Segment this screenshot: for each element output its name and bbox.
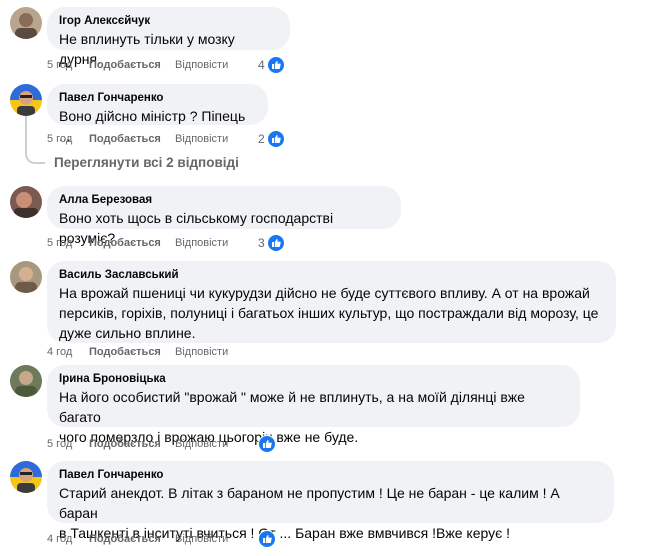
comment-bubble: Алла Березовая Воно хоть щось в сільсько… (47, 186, 401, 246)
comment-text: Старий анекдот. В літак з бараном не про… (59, 485, 560, 521)
reply-button[interactable]: Відповісти (175, 131, 228, 147)
thumbs-up-icon (266, 130, 285, 148)
reaction-count[interactable] (256, 435, 276, 453)
like-button[interactable]: Подобається (89, 131, 175, 147)
reaction-number: 3 (258, 236, 265, 250)
like-button[interactable]: Подобається (89, 344, 175, 360)
comment-text: дуже сильно вплине. (59, 325, 196, 341)
like-button[interactable]: Подобається (89, 235, 175, 251)
reply-button[interactable]: Відповісти (175, 57, 228, 73)
like-button[interactable]: Подобається (89, 436, 175, 452)
comment-bubble: Ігор Алексєйчук Не вплинуть тільки у моз… (47, 7, 290, 67)
comment-time[interactable]: 4 год (47, 344, 89, 360)
comment-actions: 5 год Подобається Відповісти (47, 131, 228, 147)
reaction-count[interactable]: 2 (258, 130, 285, 148)
reply-button[interactable]: Відповісти (175, 531, 228, 547)
avatar-image (10, 84, 42, 116)
comment-actions: 5 год Подобається Відповісти (47, 235, 228, 251)
comment-actions: 4 год Подобається Відповісти (47, 344, 228, 360)
comment-bubble: Ірина Броновіцька На його особистий "вро… (47, 365, 580, 445)
comment-text: На його особистий "врожай " може й не вп… (59, 389, 525, 425)
reaction-number: 2 (258, 132, 265, 146)
avatar-image (10, 186, 42, 218)
comment-time[interactable]: 5 год (47, 57, 89, 73)
comment-actions: 5 год Подобається Відповісти (47, 57, 228, 73)
reaction-count[interactable]: 3 (258, 234, 285, 252)
comment-actions: 4 год Подобається Відповісти (47, 531, 228, 547)
reply-button[interactable]: Відповісти (175, 436, 228, 452)
avatar[interactable] (10, 7, 42, 39)
avatar[interactable] (10, 365, 42, 397)
comment-author[interactable]: Алла Березовая (59, 193, 389, 208)
avatar[interactable] (10, 461, 42, 493)
comment-author[interactable]: Василь Заславський (59, 268, 604, 283)
comment-author[interactable]: Ігор Алексєйчук (59, 14, 278, 29)
avatar-image (10, 7, 42, 39)
comment-actions: 5 год Подобається Відповісти (47, 436, 228, 452)
comment-author[interactable]: Павел Гончаренко (59, 468, 602, 483)
avatar[interactable] (10, 84, 42, 116)
avatar-image (10, 261, 42, 293)
comment-bubble: Василь Заславський На врожай пшениці чи … (47, 261, 616, 343)
comment-author[interactable]: Ірина Броновіцька (59, 372, 568, 387)
avatar-image (10, 461, 42, 493)
reaction-number: 4 (258, 58, 265, 72)
avatar[interactable] (10, 261, 42, 293)
thumbs-up-icon (258, 435, 276, 453)
like-button[interactable]: Подобається (89, 57, 175, 73)
avatar-image (10, 365, 42, 397)
reaction-count[interactable] (256, 530, 276, 548)
comment-time[interactable]: 5 год (47, 131, 89, 147)
comment-time[interactable]: 5 год (47, 235, 89, 251)
reply-button[interactable]: Відповісти (175, 235, 228, 251)
comment-time[interactable]: 5 год (47, 436, 89, 452)
like-button[interactable]: Подобається (89, 531, 175, 547)
comment-text: персиків, горіхів, полуниці і багатьох і… (59, 305, 599, 321)
comment-author[interactable]: Павел Гончаренко (59, 91, 256, 106)
reply-button[interactable]: Відповісти (175, 344, 228, 360)
comment-text: На врожай пшениці чи кукурудзи дійсно не… (59, 285, 590, 301)
thumbs-up-icon (266, 56, 285, 74)
view-all-replies-link[interactable]: Переглянути всі 2 відповіді (54, 155, 239, 170)
comment-bubble: Павел Гончаренко Старий анекдот. В літак… (47, 461, 614, 541)
avatar[interactable] (10, 186, 42, 218)
reply-thread-line (25, 114, 45, 164)
comment-bubble: Павел Гончаренко Воно дійсно міністр ? П… (47, 84, 268, 144)
comment-time[interactable]: 4 год (47, 531, 89, 547)
thumbs-up-icon (258, 530, 276, 548)
reaction-count[interactable]: 4 (258, 56, 285, 74)
thumbs-up-icon (266, 234, 285, 252)
